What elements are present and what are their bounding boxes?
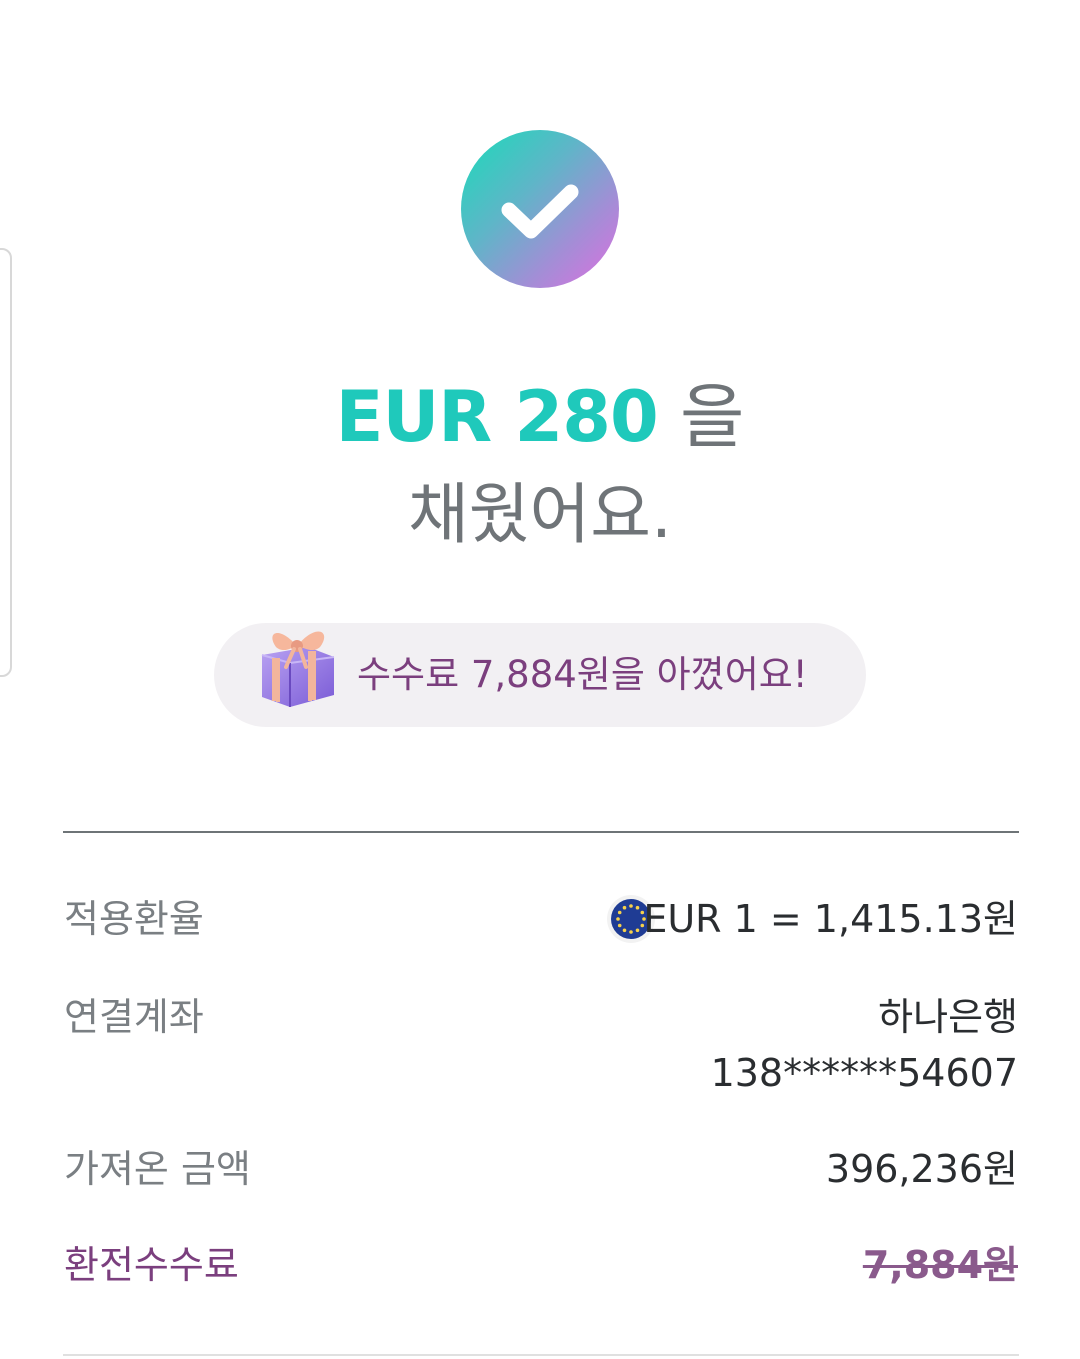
exchange-rate-value: EUR 1 = 1,415.13원 [643, 897, 1018, 941]
linked-account-bank: 하나은행 [878, 995, 1018, 1039]
gift-icon [261, 631, 335, 707]
charged-amount: EUR 280 [335, 376, 659, 458]
side-panel-handle[interactable] [0, 248, 12, 677]
headline-completion-text: 채웠어요. [408, 476, 672, 553]
linked-account-number: 138******54607 [710, 1051, 1018, 1095]
savings-banner: 수수료 7,884원을 아꼈어요! [214, 623, 866, 727]
headline-amount-line: EUR 280 을 [0, 372, 1080, 462]
success-check-icon [461, 130, 619, 288]
savings-message: 수수료 7,884원을 아꼈어요! [357, 653, 808, 696]
linked-account-label: 연결계좌 [64, 995, 204, 1039]
exchange-rate-label: 적용환율 [64, 897, 204, 941]
headline-particle: 을 [679, 376, 745, 458]
divider [63, 1354, 1019, 1356]
exchange-fee-label: 환전수수료 [64, 1243, 239, 1287]
divider [63, 831, 1019, 833]
withdrawn-amount-label: 가져온 금액 [64, 1147, 251, 1191]
withdrawn-amount-value: 396,236원 [825, 1147, 1018, 1191]
exchange-fee-value: 7,884원 [862, 1243, 1018, 1287]
